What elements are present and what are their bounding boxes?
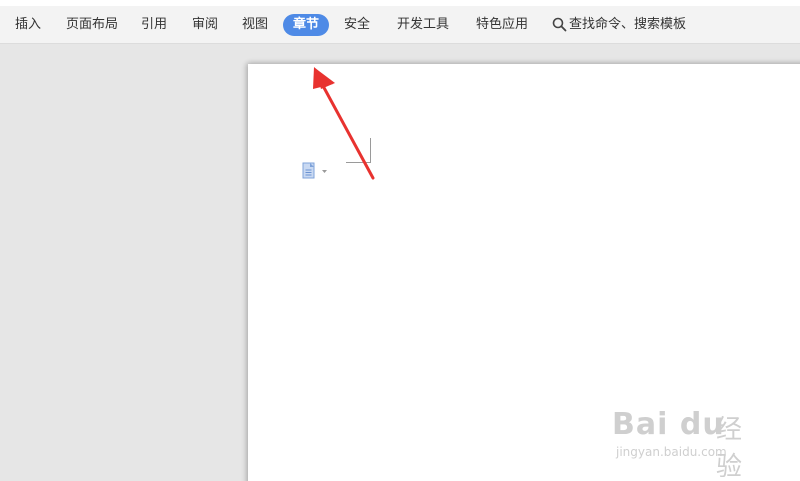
watermark-brand: Bai du [612,407,725,442]
tab-developer-tools[interactable]: 开发工具 [397,14,449,36]
baidu-jingyan-watermark: Bai du 经验 jingyan.baidu.com [612,395,762,481]
tab-security[interactable]: 安全 [344,14,370,36]
watermark-url: jingyan.baidu.com [616,445,727,459]
tab-review[interactable]: 审阅 [192,14,218,36]
command-search[interactable]: 查找命令、搜索模板 [552,14,686,36]
ribbon-menu-bar: 插入 页面布局 引用 审阅 视图 章节 安全 开发工具 特色应用 查找命令、搜索… [0,6,800,44]
paste-options-icon[interactable] [302,162,330,180]
margin-corner-mark-vertical [370,138,371,163]
search-label: 查找命令、搜索模板 [569,17,687,32]
workspace-background [0,44,248,481]
tab-insert[interactable]: 插入 [15,14,41,36]
margin-corner-mark-horizontal [346,162,370,163]
tab-page-layout[interactable]: 页面布局 [66,14,118,36]
tab-view[interactable]: 视图 [242,14,268,36]
tab-chapter[interactable]: 章节 [283,14,330,36]
tab-featured-apps[interactable]: 特色应用 [476,14,528,36]
search-icon [552,17,567,32]
tab-references[interactable]: 引用 [141,14,167,36]
chevron-down-icon [322,170,327,173]
